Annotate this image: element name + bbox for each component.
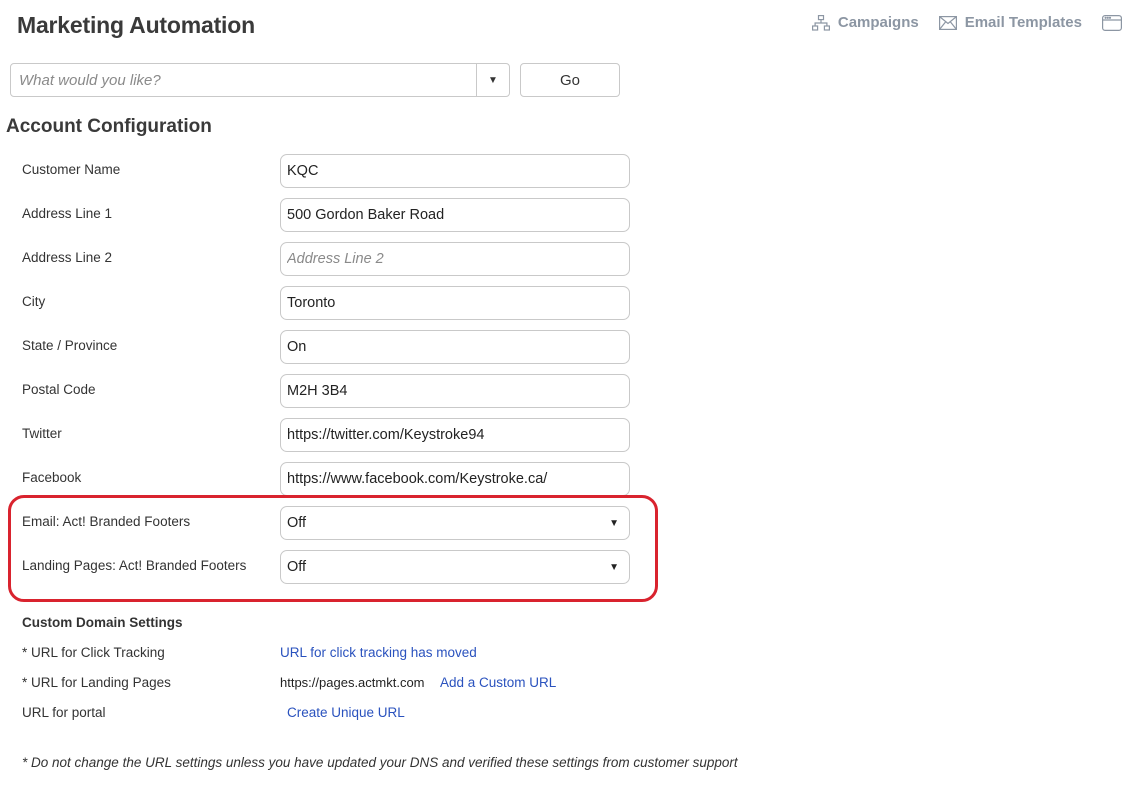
go-button[interactable]: Go bbox=[520, 63, 620, 97]
facebook-label: Facebook bbox=[22, 470, 82, 485]
landing-branded-footers-label: Landing Pages: Act! Branded Footers bbox=[22, 558, 247, 573]
customer-name-label: Customer Name bbox=[22, 162, 121, 177]
email-branded-footers-select[interactable]: Off ▼ bbox=[280, 506, 630, 540]
window-icon bbox=[1102, 14, 1122, 31]
state-province-input[interactable] bbox=[280, 330, 630, 364]
envelope-icon bbox=[938, 15, 957, 30]
nav-window[interactable] bbox=[1102, 14, 1122, 31]
address-line-2-input[interactable] bbox=[280, 242, 630, 276]
nav-email-templates-label: Email Templates bbox=[964, 14, 1082, 31]
command-bar: ▼ Go bbox=[10, 63, 620, 97]
email-branded-footers-value: Off bbox=[287, 515, 307, 531]
portal-label: URL for portal bbox=[22, 705, 106, 720]
command-dropdown-button[interactable]: ▼ bbox=[476, 64, 509, 96]
state-province-label: State / Province bbox=[22, 338, 118, 353]
app-title: Marketing Automation bbox=[17, 12, 255, 38]
twitter-input[interactable] bbox=[280, 418, 630, 452]
nav-email-templates[interactable]: Email Templates bbox=[938, 14, 1082, 31]
landing-pages-url: https://pages.actmkt.com bbox=[280, 675, 425, 690]
customer-name-input[interactable] bbox=[280, 154, 630, 188]
facebook-input[interactable] bbox=[280, 462, 630, 496]
nav-campaigns-label: Campaigns bbox=[837, 14, 919, 31]
address-line-1-input[interactable] bbox=[280, 198, 630, 232]
postal-code-input[interactable] bbox=[280, 374, 630, 408]
email-branded-footers-label: Email: Act! Branded Footers bbox=[22, 514, 191, 529]
custom-domain-title: Custom Domain Settings bbox=[22, 615, 183, 630]
sitemap-icon bbox=[811, 14, 830, 31]
caret-down-icon: ▼ bbox=[609, 561, 619, 573]
landing-pages-label: * URL for Landing Pages bbox=[22, 675, 171, 690]
command-combobox: ▼ bbox=[10, 63, 510, 97]
postal-code-label: Postal Code bbox=[22, 382, 96, 397]
city-label: City bbox=[22, 294, 46, 309]
caret-down-icon: ▼ bbox=[609, 517, 619, 529]
add-custom-url-link[interactable]: Add a Custom URL bbox=[440, 675, 556, 690]
click-tracking-label: * URL for Click Tracking bbox=[22, 645, 165, 660]
click-tracking-link[interactable]: URL for click tracking has moved bbox=[280, 645, 477, 660]
command-input[interactable] bbox=[11, 64, 476, 96]
section-title: Account Configuration bbox=[6, 116, 212, 137]
address-line-2-label: Address Line 2 bbox=[22, 250, 113, 265]
dns-warning-note: * Do not change the URL settings unless … bbox=[22, 755, 738, 770]
city-input[interactable] bbox=[280, 286, 630, 320]
caret-down-icon: ▼ bbox=[488, 74, 498, 86]
top-navigation: Campaigns Email Templates bbox=[811, 14, 1122, 31]
create-unique-url-link[interactable]: Create Unique URL bbox=[287, 705, 405, 720]
landing-branded-footers-select[interactable]: Off ▼ bbox=[280, 550, 630, 584]
address-line-1-label: Address Line 1 bbox=[22, 206, 113, 221]
nav-campaigns[interactable]: Campaigns bbox=[811, 14, 919, 31]
landing-branded-footers-value: Off bbox=[287, 559, 307, 575]
twitter-label: Twitter bbox=[22, 426, 62, 441]
